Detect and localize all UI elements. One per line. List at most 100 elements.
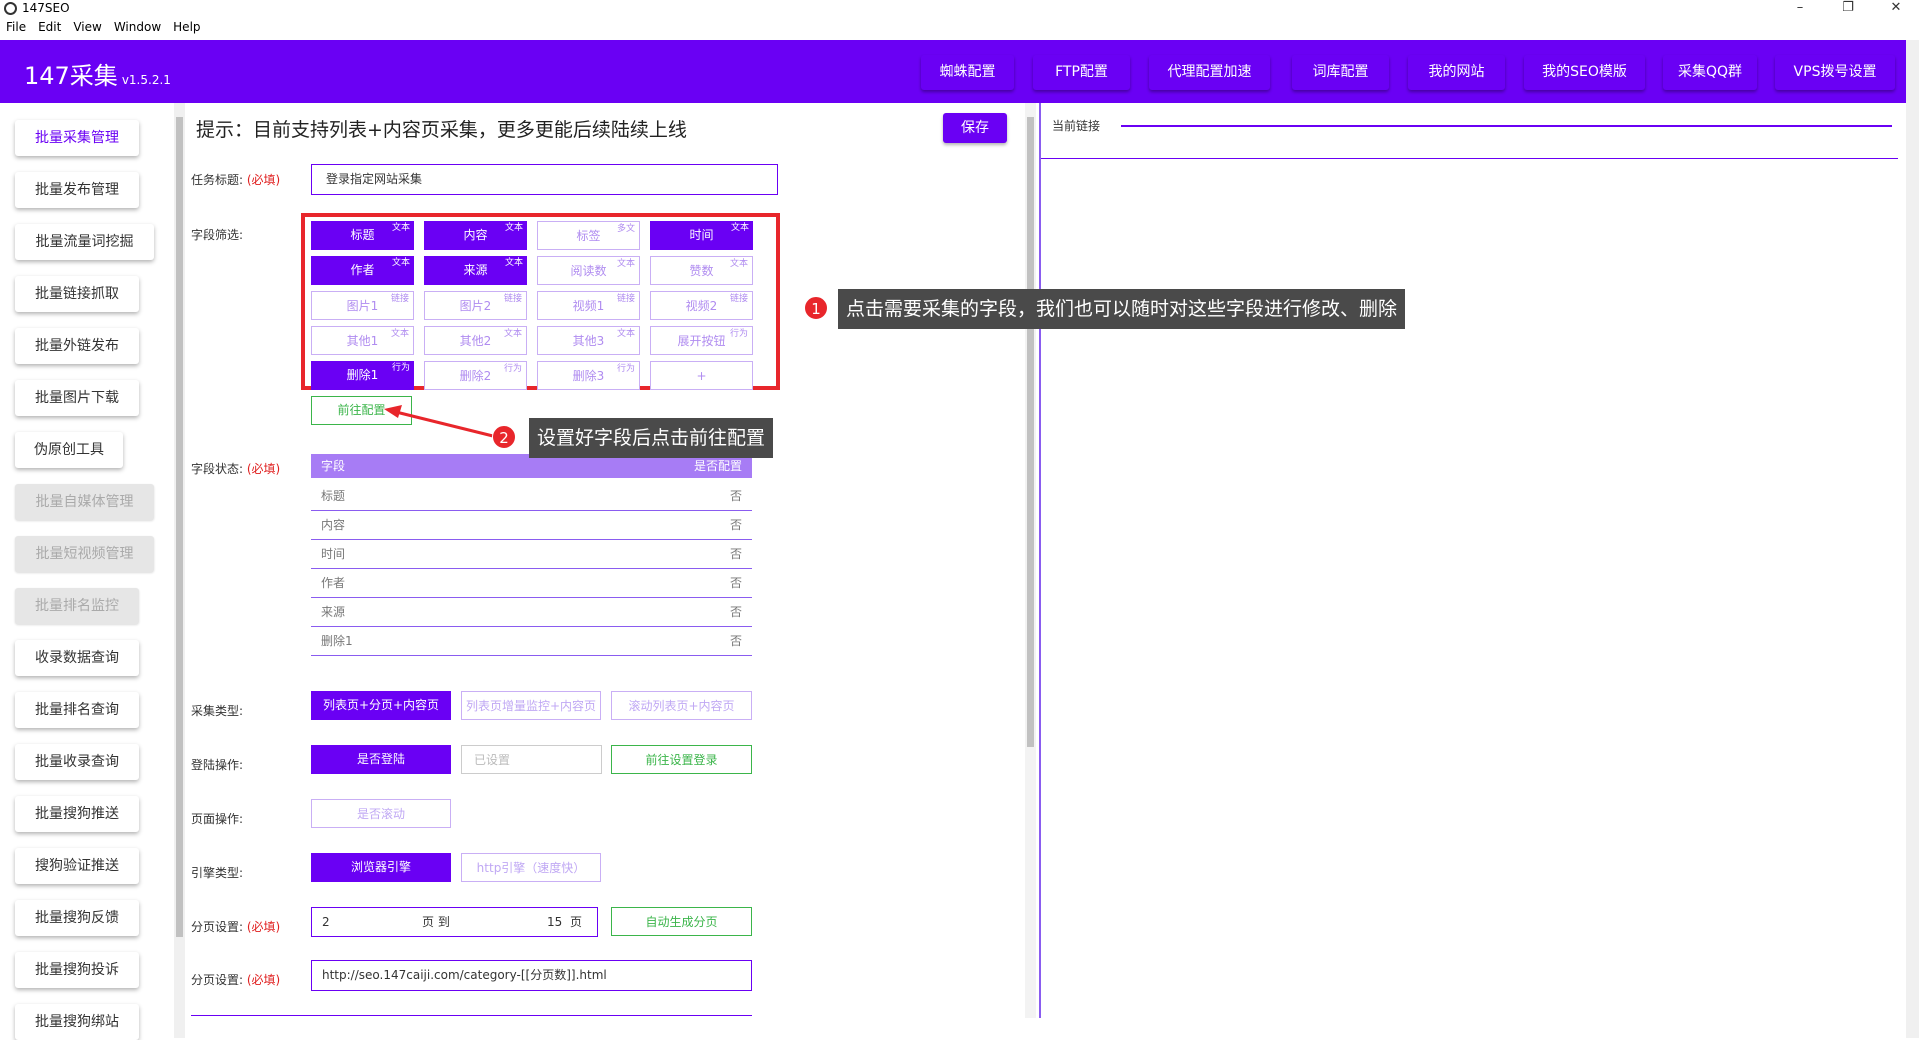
scroll-toggle-button[interactable]: 是否滚动	[311, 799, 451, 828]
sidebar-item-11[interactable]: 收录数据查询	[15, 640, 139, 676]
status-field-name: 时间	[321, 547, 346, 561]
field-chip-19[interactable]: 删除3 行为	[537, 361, 640, 390]
paging-from-value[interactable]: 2	[322, 915, 330, 929]
sidebar-item-16[interactable]: 批量搜狗反馈	[15, 900, 139, 936]
sidebar-item-4[interactable]: 批量链接抓取	[15, 276, 139, 312]
sidebar-item-6[interactable]: 批量图片下载	[15, 380, 139, 416]
field-status-label: 字段状态: (必填)	[191, 460, 280, 477]
nav-my-sites[interactable]: 我的网站	[1408, 55, 1505, 90]
sidebar-item-13[interactable]: 批量收录查询	[15, 744, 139, 780]
field-chip-type-tag: 多文	[616, 224, 635, 234]
field-chip-6[interactable]: 来源 文本	[424, 256, 527, 285]
field-chip-3[interactable]: 标签 多文	[537, 221, 640, 250]
field-chip-20[interactable]: +	[650, 361, 753, 390]
nav-proxy-config[interactable]: 代理配置加速	[1149, 55, 1270, 90]
field-chip-type-tag: 文本	[391, 258, 410, 268]
field-chip-7[interactable]: 阅读数 文本	[537, 256, 640, 285]
engine-browser-button[interactable]: 浏览器引擎	[311, 853, 451, 882]
paging-range-input[interactable]: 2 页 到 15 页	[311, 907, 598, 937]
field-chip-type-tag: 行为	[503, 364, 522, 374]
menu-edit[interactable]: Edit	[38, 20, 61, 34]
sidebar-scrollbar[interactable]	[174, 103, 185, 1038]
sidebar-item-1[interactable]: 批量采集管理	[15, 120, 139, 156]
collect-type-incremental[interactable]: 列表页增量监控+内容页	[461, 691, 601, 720]
right-separator	[1041, 158, 1898, 159]
main-scrollbar[interactable]	[1025, 103, 1036, 1018]
field-chip-label: +	[696, 369, 707, 383]
sidebar-item-9: 批量短视频管理	[15, 536, 154, 572]
field-chip-type-tag: 文本	[390, 329, 409, 339]
menu-window[interactable]: Window	[114, 20, 161, 34]
status-configured-value: 否	[729, 634, 742, 648]
maximize-button[interactable]: ❐	[1828, 0, 1868, 18]
field-chip-10[interactable]: 图片2 链接	[424, 291, 527, 320]
nav-ftp-config[interactable]: FTP配置	[1033, 55, 1130, 90]
sidebar-item-3[interactable]: 批量流量词挖掘	[15, 224, 154, 260]
field-chip-label: 其他1	[346, 334, 379, 348]
nav-qq-group[interactable]: 采集QQ群	[1663, 55, 1757, 90]
field-chip-5[interactable]: 作者 文本	[311, 256, 414, 285]
field-chip-type-tag: 文本	[616, 259, 635, 269]
nav-seo-templates[interactable]: 我的SEO模版	[1524, 55, 1645, 90]
sidebar-scroll-thumb[interactable]	[176, 117, 183, 937]
nav-spider-config[interactable]: 蜘蛛配置	[921, 55, 1014, 90]
field-chip-label: 时间	[689, 228, 714, 242]
title-bar: 147SEO – ❐ ✕	[0, 0, 1919, 18]
status-table-row: 作者 否	[311, 569, 752, 598]
paging-url-input[interactable]: http://seo.147caiji.com/category-[[分页数]]…	[311, 960, 752, 991]
sidebar-item-17[interactable]: 批量搜狗投诉	[15, 952, 139, 988]
paging-label-text: 分页设置:	[191, 920, 244, 934]
field-chip-13[interactable]: 其他1 文本	[311, 326, 414, 355]
nav-lexicon-config[interactable]: 词库配置	[1292, 55, 1389, 90]
sidebar-item-18[interactable]: 批量搜狗绑站	[15, 1004, 139, 1040]
goto-config-button[interactable]: 前往配置	[311, 396, 412, 425]
field-chip-16[interactable]: 展开按钮 行为	[650, 326, 753, 355]
main-scroll-thumb[interactable]	[1027, 117, 1034, 747]
save-button[interactable]: 保存	[943, 113, 1007, 143]
window-scrollbar[interactable]	[1906, 40, 1919, 1038]
collect-type-list-page[interactable]: 列表页+分页+内容页	[311, 691, 451, 720]
sidebar-item-7[interactable]: 伪原创工具	[15, 432, 123, 468]
sidebar-item-10: 批量排名监控	[15, 588, 139, 624]
field-chip-15[interactable]: 其他3 文本	[537, 326, 640, 355]
field-chip-9[interactable]: 图片1 链接	[311, 291, 414, 320]
field-chip-1[interactable]: 标题 文本	[311, 221, 414, 250]
close-button[interactable]: ✕	[1876, 0, 1916, 18]
task-title-input[interactable]: 登录指定网站采集	[311, 164, 778, 195]
field-chip-label: 标题	[350, 228, 375, 242]
goto-login-settings-button[interactable]: 前往设置登录	[611, 745, 752, 774]
login-status-field: 已设置	[461, 745, 602, 774]
sidebar-item-2[interactable]: 批量发布管理	[15, 172, 139, 208]
engine-http-button[interactable]: http引擎（速度快）	[461, 853, 601, 882]
sidebar-item-12[interactable]: 批量排名查询	[15, 692, 139, 728]
status-table-row: 删除1 否	[311, 627, 752, 656]
field-chip-12[interactable]: 视频2 链接	[650, 291, 753, 320]
field-chip-4[interactable]: 时间 文本	[650, 221, 753, 250]
field-chip-17[interactable]: 删除1 行为	[311, 361, 414, 390]
field-chip-2[interactable]: 内容 文本	[424, 221, 527, 250]
menu-file[interactable]: File	[6, 20, 26, 34]
login-op-label: 登陆操作:	[191, 758, 244, 772]
menu-help[interactable]: Help	[173, 20, 200, 34]
sidebar-item-15[interactable]: 搜狗验证推送	[15, 848, 139, 884]
status-table-row: 标题 否	[311, 482, 752, 511]
sidebar-item-14[interactable]: 批量搜狗推送	[15, 796, 139, 832]
field-chip-14[interactable]: 其他2 文本	[424, 326, 527, 355]
field-chip-18[interactable]: 删除2 行为	[424, 361, 527, 390]
login-toggle-button[interactable]: 是否登陆	[311, 745, 451, 774]
menu-view[interactable]: View	[73, 20, 101, 34]
page-op-label: 页面操作:	[191, 812, 244, 826]
sidebar-item-5[interactable]: 批量外链发布	[15, 328, 139, 364]
auto-paging-button[interactable]: 自动生成分页	[611, 907, 752, 936]
field-chip-type-tag: 文本	[503, 329, 522, 339]
sidebar-item-8: 批量自媒体管理	[15, 484, 154, 520]
nav-vps-settings[interactable]: VPS拨号设置	[1775, 55, 1895, 90]
field-chip-8[interactable]: 赞数 文本	[650, 256, 753, 285]
required-mark: (必填)	[246, 462, 281, 476]
collect-type-scroll[interactable]: 滚动列表页+内容页	[611, 691, 752, 720]
minimize-button[interactable]: –	[1780, 0, 1820, 18]
field-chip-11[interactable]: 视频1 链接	[537, 291, 640, 320]
field-chip-label: 图片1	[346, 299, 379, 313]
paging-url-label: 分页设置: (必填)	[191, 971, 280, 988]
paging-end-value[interactable]: 15	[547, 908, 562, 936]
